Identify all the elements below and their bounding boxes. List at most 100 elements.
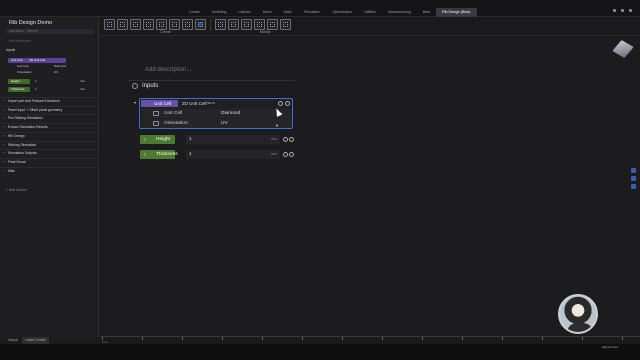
tab-strip: Create Modeling Lattices Mesh Math Simulation… bbox=[183, 8, 477, 17]
help-icon[interactable] bbox=[283, 137, 288, 142]
tab-lattices[interactable]: Lattices bbox=[232, 8, 256, 17]
chevron-right-icon[interactable]: › bbox=[3, 98, 4, 105]
output-bar: Output output_results bbox=[0, 337, 100, 344]
tab-mesh[interactable]: Mesh bbox=[257, 8, 278, 17]
settings-icon[interactable] bbox=[285, 101, 290, 106]
lattice-icon[interactable] bbox=[169, 19, 180, 30]
lattice-icon[interactable] bbox=[143, 19, 154, 30]
sidebar-inputs-label[interactable]: Inputs bbox=[6, 48, 15, 52]
chevron-right-icon[interactable]: › bbox=[3, 168, 4, 175]
section-label: Import part and Feature Extraction bbox=[8, 99, 60, 103]
pattern-icon[interactable] bbox=[215, 19, 226, 30]
tab-create[interactable]: Create bbox=[183, 8, 206, 17]
ribbon-create-label[interactable]: Create bbox=[160, 30, 171, 34]
thickness-unit: mm bbox=[271, 152, 277, 156]
tab-beta[interactable]: Beta bbox=[417, 8, 436, 17]
section-item[interactable]: › Extract Simulation Results bbox=[0, 123, 99, 131]
lattice-icon[interactable] bbox=[156, 19, 167, 30]
pattern-icon[interactable] bbox=[267, 19, 278, 30]
maximize-icon[interactable] bbox=[621, 9, 624, 12]
pattern-icon[interactable] bbox=[254, 19, 265, 30]
new-section-button[interactable]: + New Section bbox=[6, 188, 27, 192]
tab-utilities[interactable]: Utilities bbox=[358, 8, 382, 17]
section-item[interactable]: › Misc bbox=[0, 166, 99, 175]
close-icon[interactable] bbox=[629, 9, 632, 12]
section-item[interactable]: › Ribbing Simulation bbox=[0, 140, 99, 149]
chevron-right-icon[interactable]: › bbox=[3, 142, 4, 149]
unit-cell-icon[interactable] bbox=[195, 19, 206, 30]
ribbon-modify-label[interactable]: Modify bbox=[260, 30, 271, 34]
sidebar-thickness-badge[interactable]: Thickness bbox=[8, 87, 30, 92]
orientation-label: Orientation: bbox=[164, 121, 189, 126]
unit-cell-block[interactable]: ▾ Unit Cell 2D Unit CellBETA Unit Cell D… bbox=[134, 98, 293, 129]
sidebar-height-value: 1 bbox=[35, 79, 37, 83]
tab-math[interactable]: Math bbox=[278, 8, 298, 17]
sidebar-description[interactable]: Add description... bbox=[9, 39, 34, 43]
section-item[interactable]: › Import part and Feature Extraction bbox=[0, 97, 99, 105]
timeline[interactable]: 0 ms bbox=[100, 336, 640, 344]
timeline-tick bbox=[102, 337, 103, 340]
height-input[interactable]: 1 mm bbox=[186, 135, 280, 144]
tab-modeling[interactable]: Modeling bbox=[206, 8, 233, 17]
help-icon[interactable] bbox=[283, 152, 288, 157]
thickness-input[interactable]: 1 mm bbox=[186, 150, 280, 159]
chevron-right-icon[interactable]: › bbox=[3, 150, 4, 157]
height-block[interactable]: ⌇ Height 1 mm bbox=[140, 135, 294, 144]
sidebar-orientation-row[interactable]: Orientation UV bbox=[8, 70, 83, 75]
section-item[interactable]: › Simulation Outputs bbox=[0, 149, 99, 157]
unit-cell-header[interactable]: ▾ Unit Cell 2D Unit CellBETA bbox=[134, 99, 292, 108]
pattern-icon[interactable] bbox=[241, 19, 252, 30]
section-label: Final Visual bbox=[8, 159, 26, 164]
tab-simulation[interactable]: Simulation bbox=[298, 8, 327, 17]
chevron-right-icon[interactable]: › bbox=[3, 133, 4, 140]
section-label: Simulation Outputs bbox=[8, 151, 37, 156]
section-item[interactable]: › Panel Input + Offset panel geometry bbox=[0, 105, 99, 114]
chevron-right-icon[interactable]: › bbox=[3, 159, 4, 166]
sidebar-height-badge[interactable]: Height bbox=[8, 79, 30, 84]
lattice-icon[interactable] bbox=[182, 19, 193, 30]
render-quality-select[interactable]: Highest Res bbox=[602, 345, 618, 349]
orientation-select[interactable]: UV ▼ bbox=[219, 119, 283, 128]
add-description-field[interactable]: Add description... bbox=[145, 67, 191, 73]
orientation-value: UV bbox=[221, 121, 228, 126]
graph-canvas[interactable]: Add description... Inputs ▾ Unit Cell 2D… bbox=[100, 36, 640, 336]
height-unit: mm bbox=[271, 137, 277, 141]
chevron-right-icon[interactable]: › bbox=[3, 124, 4, 131]
pattern-icon[interactable] bbox=[280, 19, 291, 30]
tool-icon[interactable] bbox=[631, 184, 636, 189]
sidebar-unit-cell-block[interactable]: Unit Cell 2D Unit Cell bbox=[8, 58, 66, 63]
sidebar-thickness-row[interactable]: 1 mm bbox=[32, 87, 92, 92]
tab-rib-design-beta[interactable]: Rib Design (Beta) bbox=[436, 8, 477, 17]
lattice-icon[interactable] bbox=[104, 19, 115, 30]
section-item[interactable]: › Pre-Ribbing Simulation bbox=[0, 114, 99, 122]
section-item[interactable]: › Rib Design bbox=[0, 131, 99, 140]
section-item[interactable]: › Final Visual bbox=[0, 157, 99, 166]
settings-icon[interactable] bbox=[289, 137, 294, 142]
output-tab[interactable]: output_results bbox=[22, 337, 49, 344]
timeline-tick bbox=[142, 337, 143, 340]
pattern-icon[interactable] bbox=[228, 19, 239, 30]
lattice-icon[interactable] bbox=[117, 19, 128, 30]
minimize-icon[interactable] bbox=[613, 9, 616, 12]
sidebar-height-row[interactable]: 1 mm bbox=[32, 79, 92, 84]
tool-icon[interactable] bbox=[631, 168, 636, 173]
inputs-header[interactable]: Inputs bbox=[132, 83, 158, 89]
chevron-right-icon[interactable]: › bbox=[3, 115, 4, 122]
orientation-icon bbox=[153, 121, 159, 126]
chevron-right-icon[interactable]: › bbox=[3, 107, 4, 114]
help-icon[interactable] bbox=[278, 101, 283, 106]
sidebar-unit-cell-row[interactable]: Unit Cell Diamond bbox=[8, 64, 83, 69]
tab-manufacturing[interactable]: Manufacturing bbox=[382, 8, 417, 17]
lattice-icon[interactable] bbox=[130, 19, 141, 30]
wave-icon: ⌇ bbox=[144, 152, 146, 157]
thickness-block[interactable]: ⌇ Thickness 1 mm bbox=[140, 150, 294, 159]
add-block-search[interactable]: Add Block... (Ctrl+A) bbox=[6, 29, 94, 34]
output-label: Output bbox=[8, 338, 18, 342]
chevron-down-icon[interactable]: ▼ bbox=[275, 121, 279, 130]
tool-icon[interactable] bbox=[631, 176, 636, 181]
tab-optimization[interactable]: Optimization bbox=[326, 8, 358, 17]
timeline-tick bbox=[302, 337, 303, 340]
unit-cell-badge[interactable]: Unit Cell bbox=[141, 100, 178, 107]
collapse-icon[interactable]: ▾ bbox=[134, 100, 136, 105]
settings-icon[interactable] bbox=[289, 152, 294, 157]
